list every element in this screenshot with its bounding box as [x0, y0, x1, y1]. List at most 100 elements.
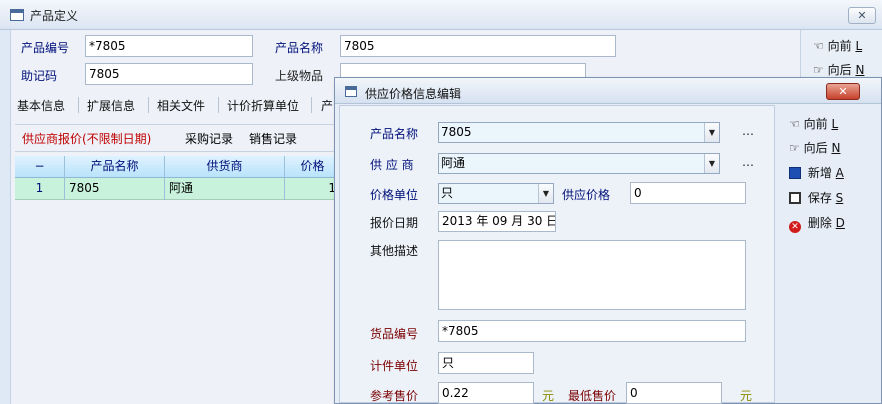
tab-separator [148, 97, 149, 113]
dialog-ref-price-currency: 元 [542, 389, 555, 403]
dialog-supplier-value: 阿通 [441, 156, 466, 170]
dialog-next-key: N [831, 141, 841, 155]
grid-cell-product: 7805 [65, 178, 165, 200]
window-title: 产品定义 [30, 9, 79, 23]
product-name-label: 产品名称 [275, 41, 324, 55]
dialog-desc-textarea[interactable] [438, 240, 746, 310]
tab-pricing-units[interactable]: 计价折算单位 [227, 97, 299, 114]
dialog-min-price-label: 最低售价 [568, 389, 617, 403]
dialog-date-label: 报价日期 [370, 216, 419, 230]
dialog-next-button[interactable]: ☞ 向后 N [789, 139, 840, 156]
dialog-unit-value: 只 [441, 186, 454, 200]
mnemonic-input[interactable]: 7805 [85, 63, 253, 85]
main-next-button[interactable]: ☞ 向后 N [813, 61, 864, 78]
parent-item-label: 上级物品 [275, 69, 324, 83]
dialog-min-price-input[interactable]: 0 [626, 382, 722, 404]
product-code-input[interactable]: *7805 [85, 35, 253, 57]
dialog-side-toolbar: ☜ 向前 L ☞ 向后 N 新增 A 保存 S ✕ 删除 D [777, 105, 881, 403]
dialog-count-unit-label: 计件单位 [370, 359, 419, 373]
dialog-ref-price-label: 参考售价 [370, 389, 419, 403]
dialog-titlebar: 供应价格信息编辑 ✕ [335, 78, 881, 104]
window-titlebar: 产品定义 ✕ [0, 0, 882, 30]
dialog-date-picker[interactable]: 2013 年 09 月 30 日 [438, 211, 556, 232]
main-prev-button[interactable]: ☜ 向前 L [813, 37, 862, 54]
dialog-product-more-button[interactable]: … [742, 124, 754, 138]
dialog-supplier-label: 供 应 商 [370, 158, 414, 172]
main-prev-key: L [855, 39, 863, 53]
tab-more[interactable]: 产 [321, 97, 333, 114]
window-close-button[interactable]: ✕ [848, 7, 876, 24]
window-app-icon [10, 9, 24, 21]
dialog-title: 供应价格信息编辑 [365, 87, 462, 101]
dialog-add-label: 新增 [807, 166, 832, 180]
tab-bar: 基本信息 扩展信息 相关文件 计价折算单位 产 [11, 92, 341, 120]
dialog-product-label: 产品名称 [370, 127, 419, 141]
tab-separator [218, 97, 219, 113]
tab-extended-info[interactable]: 扩展信息 [87, 97, 135, 114]
dialog-app-icon [345, 86, 357, 97]
dialog-next-label: 向后 [803, 141, 828, 155]
dialog-price-input[interactable]: 0 [630, 182, 746, 204]
prev-hand-icon: ☜ [789, 117, 800, 131]
chevron-down-icon[interactable]: ▼ [704, 154, 719, 173]
subtab-purchase-records[interactable]: 采购记录 [185, 130, 233, 147]
delete-x-icon: ✕ [789, 221, 801, 233]
dialog-unit-select[interactable]: 只 ▼ [438, 183, 554, 204]
save-floppy-icon [789, 192, 801, 204]
subtab-bar: 供应商报价(不限制日期) 采购记录 销售记录 [15, 124, 341, 152]
dialog-product-value: 7805 [441, 125, 472, 139]
chevron-down-icon[interactable]: ▼ [704, 123, 719, 142]
dialog-delete-key: D [835, 216, 845, 230]
dialog-close-button[interactable]: ✕ [826, 83, 860, 100]
dialog-desc-label: 其他描述 [370, 244, 419, 258]
dialog-add-button[interactable]: 新增 A [789, 164, 844, 181]
grid-header-row: − 产品名称 供货商 价格 [15, 156, 341, 178]
dialog-count-unit-input[interactable]: 只 [438, 352, 534, 374]
product-code-label: 产品编号 [21, 41, 70, 55]
grid-header-supplier[interactable]: 供货商 [165, 156, 285, 178]
dialog-add-key: A [835, 166, 844, 180]
add-record-icon [789, 167, 801, 179]
subtab-sales-records[interactable]: 销售记录 [249, 130, 297, 147]
grid-header-product[interactable]: 产品名称 [65, 156, 165, 178]
dialog-save-button[interactable]: 保存 S [789, 189, 843, 206]
dialog-ref-price-input[interactable]: 0.22 [438, 382, 534, 404]
dialog-price-label: 供应价格 [562, 188, 611, 202]
dialog-goods-code-input[interactable]: *7805 [438, 320, 746, 342]
dialog-unit-label: 价格单位 [370, 188, 419, 202]
dialog-min-price-currency: 元 [740, 389, 753, 403]
tab-related-files[interactable]: 相关文件 [157, 97, 205, 114]
next-hand-icon: ☞ [789, 141, 800, 155]
dialog-prev-label: 向前 [803, 117, 828, 131]
tab-separator [78, 97, 79, 113]
dialog-product-select[interactable]: 7805 ▼ [438, 122, 720, 143]
grid-header-collapse[interactable]: − [15, 156, 65, 178]
dialog-delete-button[interactable]: ✕ 删除 D [789, 214, 845, 233]
dialog-save-key: S [835, 191, 844, 205]
dialog-delete-label: 删除 [807, 216, 832, 230]
dialog-prev-key: L [831, 117, 839, 131]
mnemonic-label: 助记码 [21, 69, 58, 83]
grid-cell-no: 1 [15, 178, 65, 200]
dialog-goods-code-label: 货品编号 [370, 327, 419, 341]
chevron-down-icon[interactable]: ▼ [538, 184, 553, 203]
dialog-prev-button[interactable]: ☜ 向前 L [789, 115, 838, 132]
dialog-form: 产品名称 7805 ▼ … 供 应 商 阿通 ▼ … 价格单位 只 ▼ 供应价格… [339, 105, 775, 404]
prev-hand-icon: ☜ [813, 39, 824, 53]
tab-basic-info[interactable]: 基本信息 [17, 97, 65, 114]
main-prev-label: 向前 [827, 39, 852, 53]
main-next-label: 向后 [827, 63, 852, 77]
dialog-save-label: 保存 [807, 191, 832, 205]
tab-separator [311, 97, 312, 113]
dialog-supplier-select[interactable]: 阿通 ▼ [438, 153, 720, 174]
grid-cell-price: 1 [285, 178, 341, 200]
next-hand-icon: ☞ [813, 63, 824, 77]
table-row[interactable]: 1 7805 阿通 1 [15, 178, 341, 200]
product-name-input[interactable]: 7805 [340, 35, 616, 57]
dialog-supplier-more-button[interactable]: … [742, 155, 754, 169]
grid-header-price[interactable]: 价格 [285, 156, 341, 178]
main-next-key: N [855, 63, 865, 77]
subtab-supplier-quote[interactable]: 供应商报价(不限制日期) [22, 130, 151, 147]
grid-cell-supplier: 阿通 [165, 178, 285, 200]
supplier-price-dialog: 供应价格信息编辑 ✕ 产品名称 7805 ▼ … 供 应 商 阿通 ▼ … 价格… [334, 77, 882, 404]
